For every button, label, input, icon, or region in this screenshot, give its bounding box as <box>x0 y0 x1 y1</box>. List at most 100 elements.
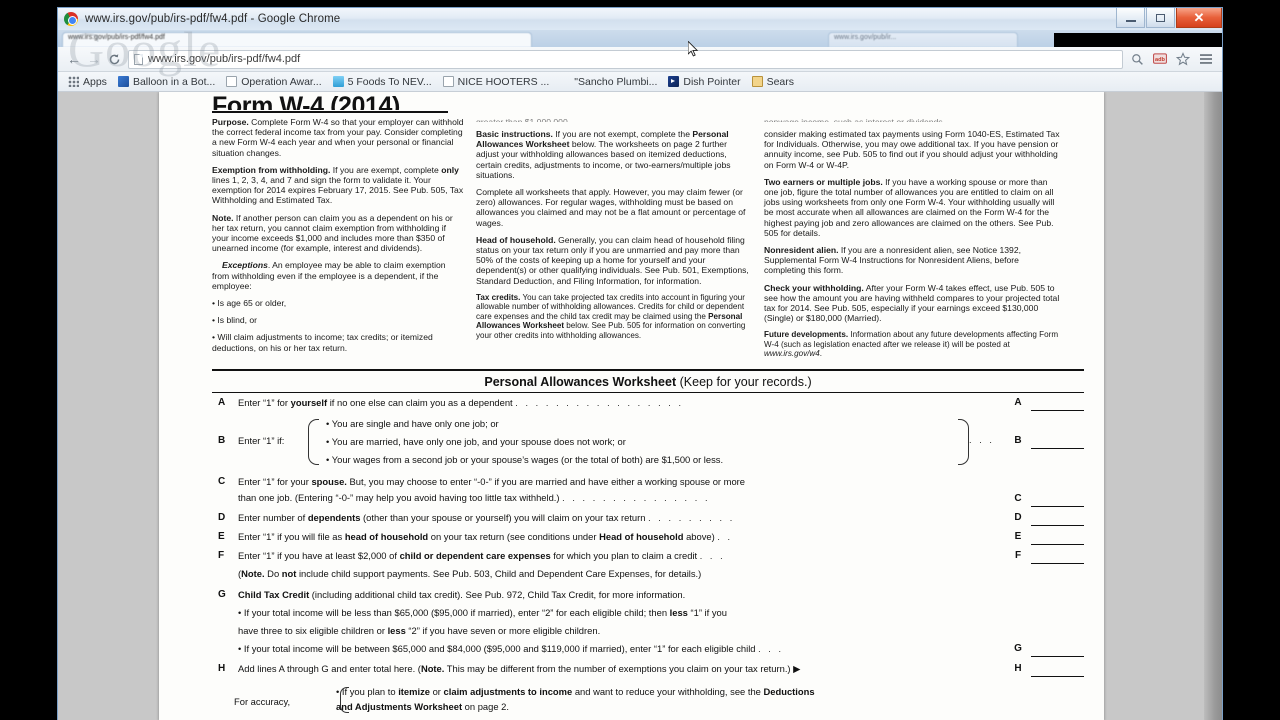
row-b-bullet-2: • You are married, have only one job, an… <box>326 435 626 447</box>
accuracy-line2-bold: and Adjustments Worksheet <box>336 700 463 712</box>
close-button[interactable]: ✕ <box>1176 8 1222 28</box>
tab-0[interactable]: www.irs.gov/pub/irs-pdf/fw4.pdf <box>62 32 532 47</box>
worksheet-row-f: F Enter “1” if you have at least $2,000 … <box>212 549 1084 564</box>
row-b-letter: B <box>218 434 226 446</box>
row-h-text-post: This may be different from the number of… <box>444 662 801 674</box>
row-g-sub1-pre: • If your total income will be less than… <box>238 606 670 618</box>
row-g-sub2-bold: less <box>387 624 406 636</box>
row-b-brace-left <box>308 418 319 465</box>
bookmark-sears[interactable]: Sears <box>748 75 801 89</box>
bookmark-label: Dish Pointer <box>683 75 741 88</box>
row-f-input[interactable] <box>1031 549 1084 564</box>
purpose-body: Complete Form W-4 so that your employer … <box>212 117 464 158</box>
bookmark-star-icon[interactable] <box>1175 51 1191 67</box>
row-f-letter: F <box>218 549 225 561</box>
reload-icon <box>109 53 119 64</box>
worksheet-row-g-sub2: have three to six eligible children or l… <box>212 624 1084 639</box>
two-earners-paragraph: Two earners or multiple jobs. If you hav… <box>764 177 1060 238</box>
accuracy-text: • If you plan to itemize or claim adjust… <box>320 685 1084 713</box>
bookmark-dish-pointer[interactable]: Dish Pointer <box>664 75 747 89</box>
row-c-input[interactable] <box>1031 492 1084 507</box>
estimated-tax-paragraph: consider making estimated tax payments u… <box>764 129 1060 170</box>
back-button[interactable]: ← <box>64 49 84 69</box>
row-g-head-box-spacer <box>1031 588 1084 603</box>
row-e-right-letter: E <box>1014 530 1022 542</box>
row-g-sub3-body: • If your total income will be between $… <box>238 642 756 654</box>
row-e-text: Enter “1” if you will file as head of ho… <box>238 530 1009 544</box>
exemption-heading: Exemption from withholding. <box>212 164 331 175</box>
row-a-text-post: if no one else can claim you as a depend… <box>327 396 513 408</box>
window-title: www.irs.gov/pub/irs-pdf/fw4.pdf - Google… <box>85 13 341 25</box>
bookmark-apps[interactable]: Apps <box>64 75 114 89</box>
accuracy-line-1: • If you plan to itemize or claim adjust… <box>336 685 1080 698</box>
tab-1[interactable]: www.irs.gov/pub/ir... <box>828 32 1018 47</box>
basic-body-1: If you are not exempt, complete the <box>552 129 693 139</box>
row-a-input[interactable] <box>1031 396 1084 411</box>
row-f-leader: . . . <box>699 550 726 561</box>
bookmark-label: Operation Awar... <box>241 75 322 88</box>
bookmark-sancho-plumbing[interactable]: "Sancho Plumbi... <box>556 75 664 89</box>
row-e-input[interactable] <box>1031 530 1084 545</box>
row-d-input[interactable] <box>1031 511 1084 526</box>
pdf-viewport[interactable]: Form W-4 (2014) Purpose. Complete Form W… <box>58 92 1222 720</box>
bookmark-nice-hooters[interactable]: NICE HOOTERS ... <box>439 75 557 89</box>
accuracy-brace <box>340 686 349 713</box>
exceptions-paragraph: Exceptions. An employee may be able to c… <box>212 260 464 291</box>
bookmarks-bar: Apps Balloon in a Bot... Operation Awar.… <box>58 72 1222 92</box>
worksheet-rule <box>212 391 1084 393</box>
row-c-letter: C <box>218 475 226 487</box>
extension-icon[interactable]: adb <box>1152 51 1168 67</box>
bookmark-apps-label: Apps <box>83 75 107 88</box>
chrome-browser-window: www.irs.gov/pub/irs-pdf/fw4.pdf - Google… <box>57 7 1223 720</box>
column3-cut-line: nonwage income, such as interest or divi… <box>764 117 946 122</box>
row-b-label: Enter “1” if: <box>238 434 285 446</box>
row-f-note-text: (Note. Do not include child support paym… <box>238 567 1009 580</box>
search-icon[interactable] <box>1129 51 1145 67</box>
exceptions-heading: Exceptions <box>222 260 268 271</box>
row-g-leader: . . . <box>758 643 784 654</box>
row-g-text-post: (including additional child tax credit).… <box>309 588 686 600</box>
row-g-sub1-box-spacer <box>1031 606 1084 621</box>
row-a-letter: A <box>218 396 226 408</box>
row-c-line1-pre: Enter “1” for your <box>238 475 312 487</box>
row-c-right-letter: C <box>1014 492 1022 504</box>
worksheet-title: Personal Allowances Worksheet (Keep for … <box>212 373 1084 392</box>
row-f-text: Enter “1” if you have at least $2,000 of… <box>238 549 1009 563</box>
chrome-menu-icon[interactable] <box>1198 51 1214 67</box>
accuracy-line1-b1: itemize <box>398 685 430 697</box>
hoh-heading: Head of household. <box>476 234 556 245</box>
bookmark-label: "Sancho Plumbi... <box>574 75 658 88</box>
forward-button[interactable]: → <box>84 49 104 69</box>
accuracy-line1-b2: claim adjustments to income <box>443 685 573 697</box>
maximize-button[interactable] <box>1146 8 1175 28</box>
exemption-paragraph: Exemption from withholding. If you are e… <box>212 165 464 206</box>
reload-button[interactable] <box>104 49 124 69</box>
row-h-input[interactable] <box>1031 662 1084 677</box>
row-d-text-post: (other than your spouse or yourself) you… <box>360 511 646 523</box>
bookmark-favicon <box>442 76 454 87</box>
minimize-button[interactable] <box>1116 8 1145 28</box>
worksheet-accuracy-note: For accuracy, • If you plan to itemize o… <box>212 685 1084 713</box>
nra-heading: Nonresident alien. <box>764 245 839 256</box>
worksheet-title-bold: Personal Allowances Worksheet <box>484 374 677 389</box>
row-b-input[interactable] <box>1031 434 1084 449</box>
accuracy-line1-mid: or <box>429 685 444 697</box>
row-g-sub1-post: “1” if you <box>687 606 727 618</box>
row-f-note-bold2: not <box>281 567 297 579</box>
bookmark-operation-awareness[interactable]: Operation Awar... <box>222 75 328 89</box>
instructions-column-3: nonwage income, such as interest or divi… <box>764 117 1060 366</box>
row-h-text-bold: Note. <box>420 662 445 674</box>
two-earners-heading: Two earners or multiple jobs. <box>764 176 883 187</box>
row-f-note-box-spacer <box>1031 567 1084 582</box>
row-g-sub2-box-spacer <box>1031 624 1084 639</box>
row-g-input[interactable] <box>1031 642 1084 657</box>
instruction-columns: Purpose. Complete Form W-4 so that your … <box>212 117 1084 366</box>
address-bar[interactable]: www.irs.gov/pub/irs-pdf/fw4.pdf <box>128 49 1123 69</box>
apps-grid-icon <box>68 76 79 87</box>
bookmark-5-foods-to-never-eat[interactable]: 5 Foods To NEV... <box>329 75 439 89</box>
browser-toolbar: ← → www.irs.gov/pub/irs-pdf/fw4.pdf adb <box>58 47 1222 72</box>
row-a-text: Enter “1” for yourself if no one else ca… <box>238 396 1009 410</box>
exception-bullet-2: • Is blind, or <box>212 315 258 326</box>
bookmark-balloon-in-a-bottle[interactable]: Balloon in a Bot... <box>114 75 222 89</box>
tab-strip: www.irs.gov/pub/irs-pdf/fw4.pdf www.irs.… <box>58 30 1222 47</box>
